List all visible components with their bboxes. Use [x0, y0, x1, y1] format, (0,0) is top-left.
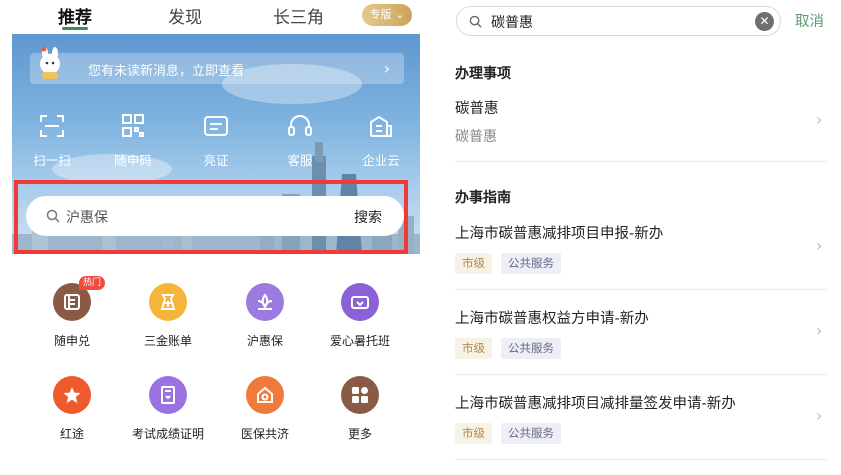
- chevron-right-icon: ›: [816, 406, 823, 425]
- matter-title: 碳普惠: [455, 101, 499, 117]
- quick-action-enterprise-cloud[interactable]: 企业云: [349, 114, 413, 169]
- tag-category: 公共服务: [501, 423, 561, 444]
- chevron-right-icon: ›: [816, 110, 823, 129]
- service-label: 三金账单: [143, 334, 192, 348]
- quick-action-label: 客服: [287, 153, 313, 168]
- divider: [455, 161, 828, 162]
- headset-icon: [288, 115, 312, 136]
- tag-level: 市级: [455, 423, 492, 444]
- service-more[interactable]: 更多: [310, 376, 410, 442]
- qr-code-icon: [122, 114, 144, 137]
- search-icon: [469, 15, 482, 28]
- home-panel: 推荐 发现 长三角 专版 ⌄ 您有未读新消息，立即查看 › 扫一扫 随申码 亮证…: [0, 0, 420, 475]
- service-label: 随申兑: [53, 334, 90, 348]
- quick-action-label: 扫一扫: [33, 153, 71, 168]
- notice-text: 您有未读新消息，立即查看: [88, 64, 245, 79]
- service-label: 红途: [59, 427, 84, 441]
- search-results-panel: 碳普惠 ✕ 取消 办理事项 碳普惠 碳普惠 › 办事指南 上海市碳普惠减排项目申…: [436, 0, 841, 475]
- tag-level: 市级: [455, 338, 492, 359]
- quick-action-label: 随申码: [114, 153, 152, 168]
- building-icon: [370, 115, 392, 137]
- matter-subtitle: 碳普惠: [455, 129, 497, 145]
- service-label: 沪惠保: [246, 334, 283, 348]
- chevron-right-icon: ›: [816, 321, 823, 340]
- search-icon: [46, 209, 60, 223]
- chevron-right-icon: ›: [383, 59, 390, 78]
- service-label: 考试成绩证明: [131, 427, 204, 441]
- service-label: 更多: [347, 427, 372, 441]
- section-heading-matters: 办理事项: [455, 66, 511, 82]
- more-grid-icon: [341, 376, 379, 414]
- clear-icon[interactable]: ✕: [755, 12, 774, 31]
- guide-title: 上海市碳普惠权益方申请-新办: [455, 311, 649, 327]
- service-summer-class[interactable]: 爱心暑托班: [310, 283, 410, 349]
- search-input[interactable]: 碳普惠: [491, 12, 533, 32]
- tab-discover[interactable]: 发现: [168, 3, 202, 28]
- tab-yangtze-delta[interactable]: 长三角: [273, 3, 324, 28]
- guide-title: 上海市碳普惠减排项目减排量签发申请-新办: [455, 396, 736, 412]
- section-heading-guide: 办事指南: [455, 190, 511, 206]
- home-search-bar[interactable]: 沪惠保 搜索: [26, 196, 404, 236]
- service-suishendui[interactable]: 随申兑: [22, 283, 122, 349]
- hot-badge: 热门: [79, 276, 105, 290]
- service-label: 医保共济: [240, 427, 289, 441]
- summer-class-icon: [341, 283, 379, 321]
- active-tab-indicator: [62, 27, 88, 30]
- red-star-icon: [53, 376, 91, 414]
- tab-recommend[interactable]: 推荐: [58, 3, 92, 28]
- cancel-button[interactable]: 取消: [795, 10, 824, 31]
- divider: [455, 374, 828, 375]
- divider: [455, 459, 828, 460]
- quick-action-customer-service[interactable]: 客服: [268, 114, 332, 169]
- edition-label: 专版: [369, 8, 392, 21]
- quick-action-scan[interactable]: 扫一扫: [20, 114, 84, 169]
- edition-switch-button[interactable]: 专版 ⌄: [362, 4, 412, 26]
- guide-title: 上海市碳普惠减排项目申报-新办: [455, 226, 664, 242]
- screenshot-root: 推荐 发现 长三角 专版 ⌄ 您有未读新消息，立即查看 › 扫一扫 随申码 亮证…: [0, 0, 841, 475]
- search-button[interactable]: 搜索: [354, 207, 382, 227]
- fund-bill-icon: [149, 283, 187, 321]
- chevron-down-icon: ⌄: [391, 8, 405, 21]
- insurance-lotus-icon: [246, 283, 284, 321]
- exam-certificate-icon: [149, 376, 187, 414]
- quick-action-show-id[interactable]: 亮证: [184, 114, 248, 169]
- medical-insurance-icon: [246, 376, 284, 414]
- service-exam-certificate[interactable]: 考试成绩证明: [118, 376, 218, 442]
- chevron-right-icon: ›: [816, 236, 823, 255]
- divider: [455, 289, 828, 290]
- scan-icon: [40, 115, 64, 137]
- top-tab-bar: 推荐 发现 长三角 专版 ⌄: [0, 0, 420, 34]
- unread-message-banner[interactable]: 您有未读新消息，立即查看 ›: [30, 47, 404, 84]
- tag-level: 市级: [455, 253, 492, 274]
- results-search-bar[interactable]: 碳普惠 ✕: [456, 6, 781, 36]
- quick-action-label: 亮证: [203, 153, 229, 168]
- quick-action-qr-code[interactable]: 随申码: [101, 114, 165, 169]
- quick-action-label: 企业云: [362, 153, 400, 168]
- tag-category: 公共服务: [501, 253, 561, 274]
- id-card-icon: [204, 116, 228, 136]
- service-label: 爱心暑托班: [329, 334, 390, 348]
- tag-category: 公共服务: [501, 338, 561, 359]
- mascot-rabbit-icon: [40, 47, 60, 79]
- service-hongtu[interactable]: 红途: [22, 376, 122, 442]
- service-huhuibao[interactable]: 沪惠保: [215, 283, 315, 349]
- service-fund-bill[interactable]: 三金账单: [118, 283, 218, 349]
- search-input[interactable]: 沪惠保: [66, 207, 108, 227]
- service-medical-mutual-aid[interactable]: 医保共济: [215, 376, 315, 442]
